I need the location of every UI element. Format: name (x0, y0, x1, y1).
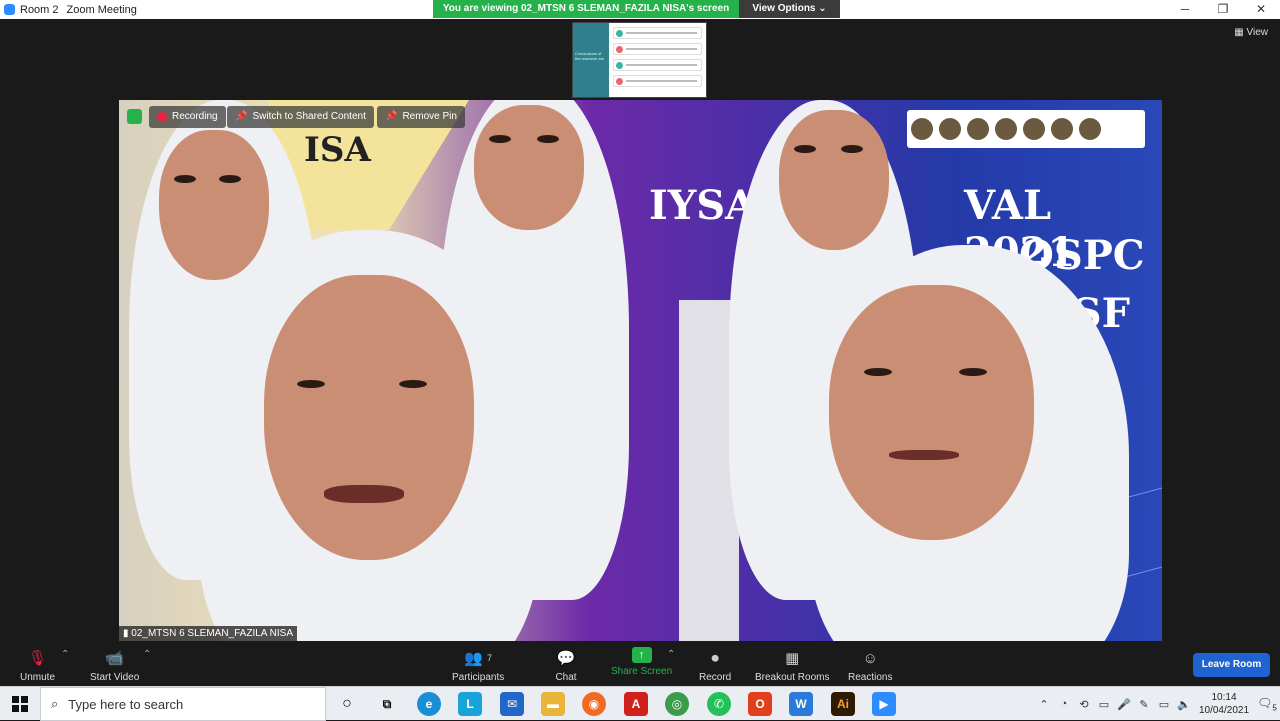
start-video-button[interactable]: 📹 Start Video (90, 647, 139, 683)
acrobat-icon[interactable]: A (624, 692, 648, 716)
taskbar-clock[interactable]: 10:14 10/04/2021 (1194, 691, 1254, 717)
notifications-icon[interactable]: 🗨5 (1254, 696, 1280, 712)
task-view-icon[interactable]: ⧉ (375, 692, 399, 716)
thumbnail-left-panel: Conclusions of the research are (573, 23, 609, 97)
tray-pen-icon[interactable]: ✎ (1134, 698, 1154, 711)
illustrator-icon[interactable]: Ai (831, 692, 855, 716)
unmute-label: Unmute (20, 672, 56, 683)
record-icon: ⏺ (711, 649, 719, 667)
thumbnail-list (609, 23, 706, 97)
room-name: Room 2 (20, 3, 59, 16)
participants-button[interactable]: 👥 7 Participants (452, 647, 504, 683)
reactions-label: Reactions (848, 672, 893, 683)
start-button[interactable] (0, 687, 40, 721)
unpin-icon: 📌 (385, 111, 398, 122)
restore-button[interactable]: ❐ (1204, 0, 1242, 19)
switch-content-label: Switch to Shared Content (252, 111, 366, 122)
remove-pin-button[interactable]: 📌 Remove Pin (377, 106, 465, 128)
reactions-icon: ☺ (862, 649, 878, 667)
window-controls: ─ ❐ ✕ (1166, 0, 1280, 19)
tray-expand-icon[interactable]: ⌃ (1034, 698, 1054, 711)
cortana-icon[interactable]: ○ (335, 692, 359, 716)
file-explorer-icon[interactable]: ▬ (541, 692, 565, 716)
participants-count: 7 (486, 653, 492, 663)
edge-icon[interactable]: e (417, 692, 441, 716)
windows-logo-icon (12, 696, 28, 712)
wps-icon[interactable]: W (789, 692, 813, 716)
share-screen-button[interactable]: ↑ Share Screen (611, 647, 672, 677)
clock-date: 10/04/2021 (1198, 705, 1250, 716)
share-screen-icon: ↑ (631, 647, 652, 663)
minimize-button[interactable]: ─ (1166, 0, 1204, 19)
record-button[interactable]: ⏺ Record (699, 647, 732, 684)
view-options-button[interactable]: View Options ⌄ (739, 0, 840, 18)
breakout-rooms-icon: ▦ (785, 650, 800, 667)
notification-count: 5 (1272, 703, 1277, 713)
remove-pin-label: Remove Pin (402, 111, 457, 122)
muted-microphone-icon: 🎙 (27, 650, 48, 667)
sponsor-logos (907, 110, 1145, 148)
zoom-logo-icon (4, 4, 15, 15)
pin-icon: 📌 (235, 111, 248, 122)
breakout-rooms-label: Breakout Rooms (755, 672, 830, 683)
breakout-rooms-button[interactable]: ▦ Breakout Rooms (755, 647, 829, 683)
leave-room-button[interactable]: Leave Room (1193, 653, 1270, 677)
record-label: Record (699, 672, 732, 683)
audio-options-caret[interactable]: ⌃ (61, 649, 69, 660)
system-tray: ⌃ ◔ ⟲ ▭ 🎤 ✎ ▭ 🔈 10:14 10/04/2021 🗨5 (1034, 687, 1280, 721)
chat-label: Chat (555, 672, 577, 683)
sharing-banner: You are viewing 02_MTSN 6 SLEMAN_FAZILA … (433, 0, 739, 18)
recording-dot-icon (157, 112, 167, 122)
windows-taskbar: ⌕ Type here to search ○ ⧉ e L ✉ ▬ ◉ A ◎ … (0, 686, 1280, 721)
firefox-icon[interactable]: ◉ (582, 692, 606, 716)
mail-icon[interactable]: ✉ (500, 692, 524, 716)
share-options-caret[interactable]: ⌃ (667, 649, 675, 660)
isa-logo-text: ISA (304, 130, 371, 170)
meeting-toolbar: 🎙 Unmute ⌃ 📹 Start Video ⌃ 👥 7 Participan… (0, 641, 1280, 686)
pinned-video: ISA IYSA VAL 2021 OSPC ISF SF (119, 100, 1162, 642)
taskbar-search-box[interactable]: ⌕ Type here to search (40, 687, 326, 721)
recording-indicator[interactable]: Recording (149, 106, 226, 128)
close-button[interactable]: ✕ (1242, 0, 1280, 19)
whatsapp-icon[interactable]: ✆ (707, 692, 731, 716)
tray-app-icon[interactable]: ⟲ (1074, 698, 1094, 711)
microphone-icon[interactable]: 🎤 (1114, 698, 1134, 711)
chat-button[interactable]: 💬 Chat (555, 647, 577, 683)
participant-name: 02_MTSN 6 SLEMAN_FAZILA NISA (131, 628, 294, 639)
view-button[interactable]: ▦ View (1234, 27, 1268, 38)
chrome-icon[interactable]: ◎ (665, 692, 689, 716)
shared-screen-thumbnail[interactable]: Conclusions of the research are (572, 22, 707, 98)
tray-monitor-icon[interactable]: ▭ (1094, 698, 1114, 711)
reactions-button[interactable]: ☺ Reactions (848, 647, 893, 684)
security-shield-icon (127, 109, 142, 124)
participants-label: Participants (452, 672, 505, 683)
battery-icon[interactable]: ▭ (1154, 698, 1174, 711)
window-title: Zoom Meeting (66, 3, 137, 16)
switch-to-shared-content-button[interactable]: 📌 Switch to Shared Content (227, 106, 374, 128)
clock-time: 10:14 (1211, 692, 1237, 703)
app-l-icon[interactable]: L (458, 692, 482, 716)
start-video-label: Start Video (90, 672, 140, 683)
recording-label: Recording (172, 111, 218, 122)
office-icon[interactable]: O (748, 692, 772, 716)
signal-icon: ▮ (123, 628, 129, 639)
volume-icon[interactable]: 🔈 (1174, 698, 1194, 711)
participants-icon: 👥 7 (464, 650, 492, 667)
search-placeholder: Type here to search (68, 696, 184, 712)
chat-icon: 💬 (556, 650, 576, 667)
network-icon[interactable]: ◔ (1054, 698, 1074, 710)
video-options-caret[interactable]: ⌃ (143, 649, 151, 660)
share-screen-label: Share Screen (611, 666, 673, 677)
zoom-taskbar-icon[interactable]: ▶ (872, 692, 896, 716)
search-icon: ⌕ (51, 696, 59, 711)
meeting-stage: Conclusions of the research are ▦ View I… (0, 19, 1280, 642)
video-off-icon: 📹 (105, 650, 124, 667)
participant-name-tag: ▮ 02_MTSN 6 SLEMAN_FAZILA NISA (119, 626, 298, 642)
unmute-button[interactable]: 🎙 Unmute (20, 647, 55, 683)
